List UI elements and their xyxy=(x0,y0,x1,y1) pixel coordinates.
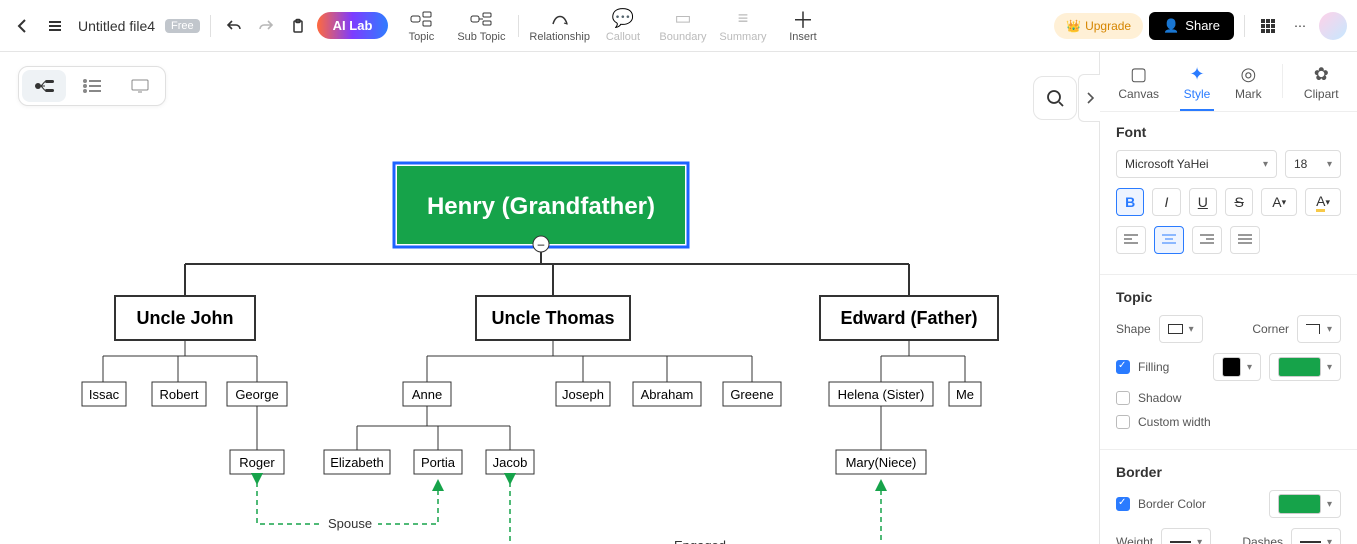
insert-button[interactable]: ＋Insert xyxy=(776,9,830,43)
svg-text:Elizabeth: Elizabeth xyxy=(330,455,383,470)
align-center-button[interactable] xyxy=(1154,226,1184,254)
node-edward: Edward (Father) xyxy=(840,308,977,328)
svg-text:Abraham: Abraham xyxy=(641,387,694,402)
border-weight-select[interactable]: ▾ xyxy=(1161,528,1211,544)
svg-text:Jacob: Jacob xyxy=(493,455,528,470)
svg-text:–: – xyxy=(538,237,545,251)
share-button[interactable]: 👤Share xyxy=(1149,12,1234,40)
fill-color-1[interactable]: ▾ xyxy=(1213,353,1261,381)
subtopic-button[interactable]: Sub Topic xyxy=(454,9,508,43)
svg-text:Portia: Portia xyxy=(421,455,456,470)
filling-checkbox[interactable] xyxy=(1116,360,1130,374)
svg-text:Mary(Niece): Mary(Niece) xyxy=(846,455,917,470)
svg-text:Me: Me xyxy=(956,387,974,402)
file-name[interactable]: Untitled file4 xyxy=(78,18,155,34)
apps-grid-icon[interactable] xyxy=(1255,13,1281,39)
svg-text:George: George xyxy=(235,387,278,402)
relationship-button[interactable]: Relationship xyxy=(529,9,590,43)
redo-icon[interactable] xyxy=(253,13,279,39)
align-left-button[interactable] xyxy=(1116,226,1146,254)
clipboard-icon[interactable] xyxy=(285,13,311,39)
shape-select[interactable]: ▾ xyxy=(1159,315,1203,343)
family-tree-diagram: Henry (Grandfather) – Uncle John Uncle T… xyxy=(0,52,1099,544)
underline-button[interactable]: U xyxy=(1189,188,1217,216)
upgrade-button[interactable]: 👑Upgrade xyxy=(1054,13,1143,39)
svg-text:Robert: Robert xyxy=(159,387,198,402)
bold-button[interactable]: B xyxy=(1116,188,1144,216)
svg-text:Roger: Roger xyxy=(239,455,275,470)
shadow-checkbox[interactable] xyxy=(1116,391,1130,405)
topic-button[interactable]: Topic xyxy=(394,9,448,43)
free-badge: Free xyxy=(165,19,200,33)
svg-text:Issac: Issac xyxy=(89,387,120,402)
font-family-select[interactable]: Microsoft YaHei▾ xyxy=(1116,150,1277,178)
svg-text:Anne: Anne xyxy=(412,387,442,402)
font-size-select[interactable]: 18▾ xyxy=(1285,150,1341,178)
top-toolbar: Untitled file4 Free AI Lab Topic Sub Top… xyxy=(0,0,1357,52)
tab-canvas[interactable]: ▢Canvas xyxy=(1114,60,1163,111)
node-uncle-thomas: Uncle Thomas xyxy=(491,308,614,328)
ai-lab-button[interactable]: AI Lab xyxy=(317,12,389,39)
boundary-button[interactable]: ▭Boundary xyxy=(656,9,710,43)
border-section: Border Border Color ▾ Weight ▾ Dashes ▾ xyxy=(1100,452,1357,544)
more-icon[interactable]: ⋯ xyxy=(1287,13,1313,39)
svg-text:Spouse: Spouse xyxy=(328,516,372,531)
tab-clipart[interactable]: ✿Clipart xyxy=(1300,60,1343,111)
font-section: Font Microsoft YaHei▾ 18▾ B I U S A▾ A▾ xyxy=(1100,112,1357,268)
back-icon[interactable] xyxy=(10,13,36,39)
node-root: Henry (Grandfather) xyxy=(427,193,655,220)
svg-text:Engaged: Engaged xyxy=(674,538,726,544)
border-color-select[interactable]: ▾ xyxy=(1269,490,1341,518)
strike-button[interactable]: S xyxy=(1225,188,1253,216)
properties-panel: ▢Canvas ✦Style ◎Mark ✿Clipart Font Micro… xyxy=(1099,52,1357,544)
crown-icon: 👑 xyxy=(1066,19,1081,33)
border-dashes-select[interactable]: ▾ xyxy=(1291,528,1341,544)
text-color-button[interactable]: A▾ xyxy=(1261,188,1297,216)
corner-select[interactable]: ▾ xyxy=(1297,315,1341,343)
custom-width-checkbox[interactable] xyxy=(1116,415,1130,429)
italic-button[interactable]: I xyxy=(1152,188,1180,216)
fill-color-2[interactable]: ▾ xyxy=(1269,353,1341,381)
highlight-button[interactable]: A▾ xyxy=(1305,188,1341,216)
align-right-button[interactable] xyxy=(1192,226,1222,254)
undo-icon[interactable] xyxy=(221,13,247,39)
tab-style[interactable]: ✦Style xyxy=(1180,60,1215,111)
menu-icon[interactable] xyxy=(42,13,68,39)
summary-button[interactable]: ≡Summary xyxy=(716,9,770,43)
svg-text:Helena (Sister): Helena (Sister) xyxy=(838,387,925,402)
tab-mark[interactable]: ◎Mark xyxy=(1231,60,1266,111)
svg-text:Joseph: Joseph xyxy=(562,387,604,402)
topic-section: Topic Shape ▾ Corner ▾ Filling ▾ ▾ Shado… xyxy=(1100,277,1357,443)
border-color-checkbox[interactable] xyxy=(1116,497,1130,511)
canvas-area[interactable]: Henry (Grandfather) – Uncle John Uncle T… xyxy=(0,52,1099,544)
align-justify-button[interactable] xyxy=(1230,226,1260,254)
person-icon: 👤 xyxy=(1163,18,1179,34)
callout-button[interactable]: 💬Callout xyxy=(596,9,650,43)
node-uncle-john: Uncle John xyxy=(136,308,233,328)
svg-text:Greene: Greene xyxy=(730,387,773,402)
avatar[interactable] xyxy=(1319,12,1347,40)
